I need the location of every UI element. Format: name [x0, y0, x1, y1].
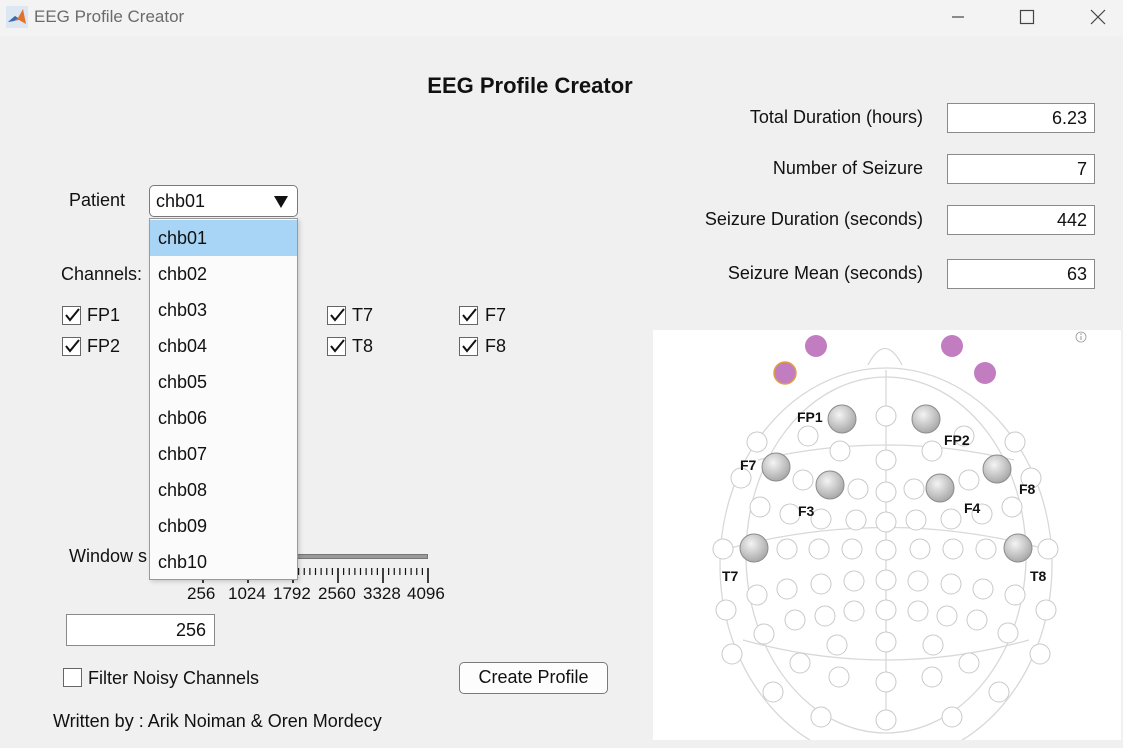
channels-label: Channels: — [61, 264, 143, 284]
patient-option-chb07[interactable]: chb07 — [150, 436, 297, 472]
patient-option-chb08[interactable]: chb08 — [150, 472, 297, 508]
filter-noisy-checkbox[interactable] — [63, 668, 82, 687]
patient-selected-value: chb01 — [156, 191, 206, 211]
tick-label: 2560 — [318, 584, 356, 603]
map-label-t8: T8 — [1030, 568, 1047, 584]
window-size-slider[interactable] — [296, 554, 428, 559]
seizure-duration-label: Seizure Duration (seconds) — [704, 209, 923, 229]
patient-option-chb05[interactable]: chb05 — [150, 364, 297, 400]
patient-option-chb03[interactable]: chb03 — [150, 292, 297, 328]
minimize-icon — [952, 16, 964, 18]
checkmark-icon — [330, 308, 345, 322]
patient-label: Patient — [69, 190, 126, 210]
channel-checkbox-t7[interactable] — [327, 306, 346, 325]
channel-checkbox-f7[interactable] — [459, 306, 478, 325]
patient-option-chb01[interactable]: chb01 — [150, 220, 297, 256]
close-button[interactable] — [1075, 0, 1121, 34]
channel-label-f8: F8 — [485, 336, 507, 356]
channel-label-t8: T8 — [352, 336, 374, 356]
window-size-label: Window s — [69, 546, 148, 566]
matlab-logo-icon — [6, 6, 28, 28]
total-duration-field[interactable]: 6.23 — [947, 103, 1095, 133]
seizure-count-field[interactable]: 7 — [947, 154, 1095, 184]
tick-label: 1792 — [273, 584, 311, 603]
minimize-button[interactable] — [935, 0, 981, 34]
page-title: EEG Profile Creator — [427, 73, 633, 98]
map-label-t7: T7 — [722, 568, 739, 584]
channel-checkbox-fp1[interactable] — [62, 306, 81, 325]
tick-label: 1024 — [228, 584, 266, 603]
info-icon — [1075, 331, 1087, 343]
seizure-mean-label: Seizure Mean (seconds) — [727, 263, 923, 283]
seizure-mean-field[interactable]: 63 — [947, 259, 1095, 289]
maximize-button[interactable] — [1004, 0, 1050, 34]
seizure-count-label: Number of Seizure — [772, 158, 923, 178]
checkmark-icon — [462, 339, 477, 353]
tick-label: 4096 — [407, 584, 445, 603]
map-label-f8: F8 — [1019, 481, 1036, 497]
patient-option-chb02[interactable]: chb02 — [150, 256, 297, 292]
caret-down-icon — [274, 196, 288, 208]
map-label-f7: F7 — [740, 457, 757, 473]
patient-dropdown[interactable]: chb01 — [149, 185, 298, 217]
patient-option-chb04[interactable]: chb04 — [150, 328, 297, 364]
checkmark-icon — [462, 308, 477, 322]
filter-noisy-label: Filter Noisy Channels — [88, 668, 260, 688]
close-icon — [1090, 9, 1106, 25]
channel-checkbox-t8[interactable] — [327, 337, 346, 356]
map-label-f4: F4 — [964, 500, 981, 516]
credits-text: Written by : Arik Noiman & Oren Mordecy — [53, 711, 382, 731]
window-size-field[interactable]: 256 — [66, 614, 215, 646]
patient-option-chb06[interactable]: chb06 — [150, 400, 297, 436]
tick-label: 3328 — [363, 584, 401, 603]
maximize-icon — [1019, 9, 1035, 25]
map-label-fp1: FP1 — [797, 409, 823, 425]
seizure-duration-field[interactable]: 442 — [947, 205, 1095, 235]
eeg-electrode-map: FP1 FP2 F7 F8 F3 F4 T7 T8 — [653, 330, 1121, 740]
channel-label-fp2: FP2 — [87, 336, 121, 356]
checkmark-icon — [65, 339, 80, 353]
total-duration-label: Total Duration (hours) — [749, 107, 923, 127]
map-label-fp2: FP2 — [944, 432, 970, 448]
patient-option-chb10[interactable]: chb10 — [150, 544, 297, 580]
tick-label: 256 — [187, 584, 216, 603]
map-label-f3: F3 — [798, 503, 815, 519]
channel-label-fp1: FP1 — [87, 305, 121, 325]
channel-label-f7: F7 — [485, 305, 507, 325]
create-profile-button[interactable]: Create Profile — [459, 662, 608, 694]
patient-dropdown-list[interactable]: chb01 chb02 chb03 chb04 chb05 chb06 chb0… — [149, 218, 298, 580]
checkmark-icon — [330, 339, 345, 353]
channel-checkbox-fp2[interactable] — [62, 337, 81, 356]
channel-label-t7: T7 — [352, 305, 374, 325]
window-title: EEG Profile Creator — [34, 7, 185, 26]
patient-option-chb09[interactable]: chb09 — [150, 508, 297, 544]
checkmark-icon — [65, 308, 80, 322]
channel-checkbox-f8[interactable] — [459, 337, 478, 356]
